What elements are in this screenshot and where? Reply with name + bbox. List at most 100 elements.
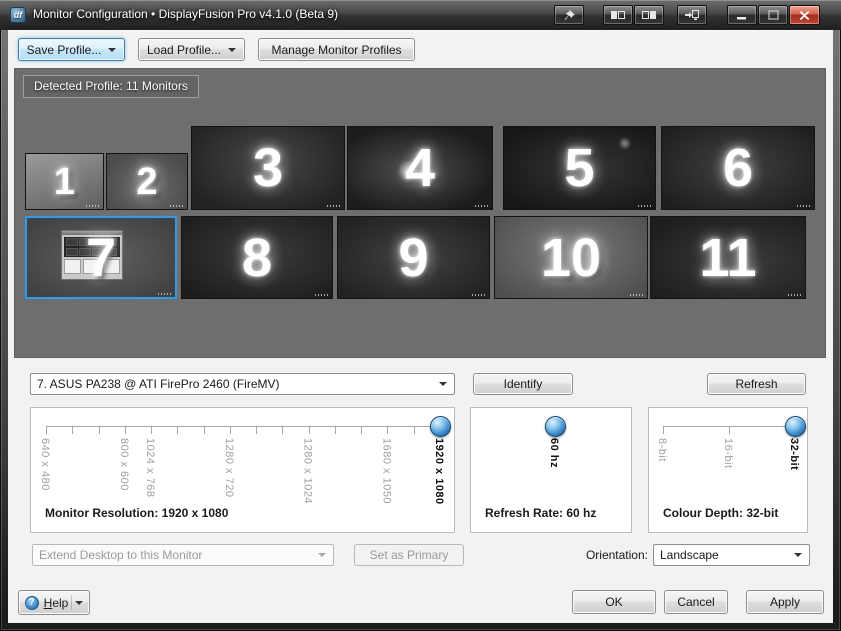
slider-tick <box>361 426 362 434</box>
monitor-number: 9 <box>398 231 428 285</box>
monitor-thumb-7[interactable]: 7 <box>25 216 177 299</box>
monitor-number: 11 <box>699 231 756 285</box>
monitor-number: 6 <box>723 141 753 195</box>
apply-button[interactable]: Apply <box>746 590 824 614</box>
slider-tick-label: 60 hz <box>548 438 560 468</box>
titlebar: df Monitor Configuration • DisplayFusion… <box>0 0 841 30</box>
taskbar-dots <box>797 205 811 207</box>
monitor-number: 5 <box>564 141 594 195</box>
refresh-button[interactable]: Refresh <box>707 373 806 395</box>
help-button[interactable]: ? Help <box>18 590 90 615</box>
monitor-thumb-2[interactable]: 2 <box>106 153 188 210</box>
monitor-number: 10 <box>541 231 601 285</box>
move-window-right-icon[interactable] <box>634 5 664 25</box>
chevron-down-icon <box>228 48 236 52</box>
monitor-number: 8 <box>242 231 272 285</box>
ok-label: OK <box>605 595 622 609</box>
monitor-thumb-5[interactable]: 5 <box>503 126 656 210</box>
resolution-slider-thumb[interactable] <box>430 416 451 437</box>
manage-profiles-label: Manage Monitor Profiles <box>271 43 401 57</box>
slider-tick <box>177 426 178 434</box>
taskbar-dots <box>86 205 100 207</box>
slider-tick <box>125 426 126 434</box>
colour-depth-caption: Colour Depth: 32-bit <box>663 506 778 520</box>
slider-tick <box>663 426 664 434</box>
minimize-icon[interactable] <box>727 5 757 25</box>
close-icon[interactable] <box>789 5 820 25</box>
monitor-thumb-11[interactable]: 11 <box>650 216 806 299</box>
monitor-number: 7 <box>86 231 116 285</box>
apply-label: Apply <box>770 595 800 609</box>
slider-tick <box>256 426 257 434</box>
save-profile-button[interactable]: Save Profile... <box>18 38 125 61</box>
resolution-panel: Monitor Resolution: 1920 x 1080 640 x 48… <box>30 407 455 533</box>
slider-track[interactable] <box>46 426 440 427</box>
slider-tick-label: 640 x 480 <box>39 438 51 491</box>
pin-window-icon[interactable] <box>554 5 584 25</box>
maximize-icon <box>758 5 788 25</box>
manage-monitor-profiles-button[interactable]: Manage Monitor Profiles <box>258 38 415 61</box>
taskbar-dots <box>327 205 341 207</box>
taskbar-dots <box>158 293 172 295</box>
monitor-thumb-6[interactable]: 6 <box>661 126 815 210</box>
monitor-thumb-10[interactable]: 10 <box>494 216 648 299</box>
refresh-label: Refresh <box>735 377 777 391</box>
slider-tick <box>204 426 205 434</box>
taskbar-dots <box>472 294 486 296</box>
monitor-select-dropdown[interactable]: 7. ASUS PA238 @ ATI FirePro 2460 (FireMV… <box>30 373 455 395</box>
slider-tick-label: 16-bit <box>722 438 734 469</box>
orientation-label: Orientation: <box>568 544 648 566</box>
help-label: Help <box>44 596 69 610</box>
slider-tick <box>99 426 100 434</box>
monitor-thumb-1[interactable]: 1 <box>25 153 104 210</box>
monitor-thumb-4[interactable]: 4 <box>347 126 493 210</box>
chevron-down-icon <box>439 382 447 386</box>
slider-tick <box>335 426 336 434</box>
slider-tick <box>72 426 73 434</box>
help-question-icon: ? <box>25 596 39 610</box>
set-as-primary-button: Set as Primary <box>354 544 464 566</box>
slider-tick-label: 1280 x 1024 <box>302 438 314 504</box>
extend-desktop-value: Extend Desktop to this Monitor <box>39 548 202 562</box>
identify-button[interactable]: Identify <box>473 373 573 395</box>
slider-tick <box>729 426 730 434</box>
chevron-down-icon <box>794 553 802 557</box>
load-profile-label: Load Profile... <box>147 43 221 57</box>
taskbar-dots <box>315 294 329 296</box>
colour-slider-thumb[interactable] <box>785 416 806 437</box>
slider-tick <box>387 426 388 434</box>
taskbar-dots <box>475 205 489 207</box>
dialog-content: Save Profile... Load Profile... Manage M… <box>8 30 833 623</box>
slider-tick <box>309 426 310 434</box>
slider-tick <box>282 426 283 434</box>
slider-tick-label: 32-bit <box>788 438 800 470</box>
chevron-down-icon <box>318 553 326 557</box>
load-profile-button[interactable]: Load Profile... <box>138 38 245 61</box>
chevron-down-icon <box>75 601 83 605</box>
set-as-primary-label: Set as Primary <box>370 548 449 562</box>
slider-tick-label: 800 x 600 <box>118 438 130 491</box>
taskbar-dots <box>788 294 802 296</box>
monitor-number: 3 <box>253 141 283 195</box>
monitor-select-value: 7. ASUS PA238 @ ATI FirePro 2460 (FireMV… <box>37 377 280 391</box>
slider-tick <box>46 426 47 434</box>
extend-desktop-dropdown: Extend Desktop to this Monitor <box>32 544 334 566</box>
cancel-label: Cancel <box>677 595 714 609</box>
ok-button[interactable]: OK <box>572 590 656 614</box>
resolution-caption: Monitor Resolution: 1920 x 1080 <box>45 506 228 520</box>
refresh-slider-thumb[interactable] <box>545 416 566 437</box>
refresh-rate-panel: Refresh Rate: 60 hz 60 hz <box>470 407 632 533</box>
monitor-thumb-9[interactable]: 9 <box>337 216 490 299</box>
identify-label: Identify <box>504 377 543 391</box>
slider-tick <box>414 426 415 434</box>
monitor-thumb-8[interactable]: 8 <box>181 216 333 299</box>
monitor-thumb-3[interactable]: 3 <box>191 126 345 210</box>
chevron-down-icon <box>108 48 116 52</box>
window-title: Monitor Configuration • DisplayFusion Pr… <box>33 0 338 30</box>
orientation-value: Landscape <box>660 548 719 562</box>
send-to-monitor-icon[interactable] <box>677 5 707 25</box>
cancel-button[interactable]: Cancel <box>664 590 728 614</box>
slider-tick-label: 1024 x 768 <box>144 438 156 497</box>
orientation-dropdown[interactable]: Landscape <box>653 544 810 566</box>
move-window-left-icon[interactable] <box>603 5 633 25</box>
